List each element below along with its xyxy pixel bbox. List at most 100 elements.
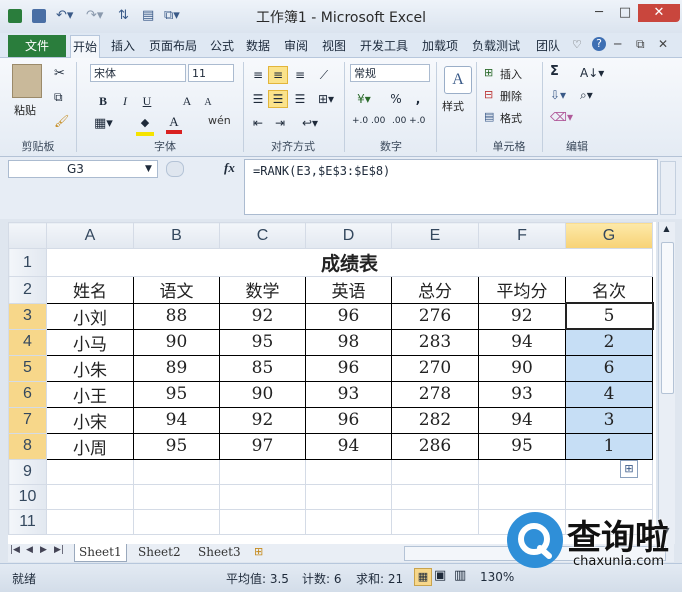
- sheet-tab-sheet3[interactable]: Sheet3: [194, 544, 245, 561]
- empty-cell[interactable]: [565, 483, 653, 510]
- empty-cell[interactable]: [478, 458, 566, 485]
- row-header-9[interactable]: 9: [8, 458, 47, 485]
- name-box[interactable]: G3 ▼: [8, 160, 158, 178]
- decrease-decimal-button[interactable]: .00 +.0: [392, 116, 425, 126]
- empty-cell[interactable]: [565, 458, 653, 485]
- align-middle-icon[interactable]: ≡: [268, 66, 288, 84]
- data-cell[interactable]: 96: [305, 406, 392, 434]
- doc-minimize-button[interactable]: ─: [614, 37, 621, 51]
- data-cell[interactable]: 276: [391, 302, 479, 330]
- formula-scrollbar[interactable]: [660, 161, 676, 215]
- normal-view-icon[interactable]: ▦: [414, 568, 432, 586]
- data-cell[interactable]: 98: [305, 328, 392, 356]
- formula-input[interactable]: =RANK(E3,$E$3:$E$8): [244, 159, 658, 215]
- insert-cells-button[interactable]: 插入: [500, 66, 522, 82]
- data-cell[interactable]: 95: [133, 380, 220, 408]
- row-header-3[interactable]: 3: [8, 302, 47, 330]
- comma-button[interactable]: ,: [410, 90, 426, 108]
- empty-cell[interactable]: [478, 483, 566, 510]
- wrap-text-icon[interactable]: ↩▾: [298, 114, 322, 132]
- data-cell[interactable]: 小周: [46, 432, 134, 460]
- header-cell[interactable]: 数学: [219, 276, 306, 304]
- sheet-title-cell[interactable]: 成绩表: [46, 248, 653, 277]
- shrink-font-button[interactable]: A: [200, 94, 216, 112]
- empty-cell[interactable]: [46, 458, 134, 485]
- align-left-icon[interactable]: ☰: [248, 90, 268, 108]
- sheet-tab-sheet2[interactable]: Sheet2: [134, 544, 185, 561]
- header-cell[interactable]: 总分: [391, 276, 479, 304]
- align-top-icon[interactable]: ≡: [248, 66, 268, 84]
- data-cell[interactable]: 94: [478, 406, 566, 434]
- data-cell[interactable]: 96: [305, 302, 392, 330]
- sort-filter-icon[interactable]: A↓▾: [580, 66, 604, 80]
- row-header-8[interactable]: 8: [8, 432, 47, 460]
- active-cell-g3[interactable]: 5: [564, 302, 654, 330]
- tab-insert[interactable]: 插入: [109, 35, 137, 57]
- page-break-view-icon[interactable]: ▥: [454, 568, 466, 583]
- first-sheet-icon[interactable]: |◀: [10, 545, 20, 555]
- data-cell[interactable]: 95: [133, 432, 220, 460]
- empty-cell[interactable]: [46, 483, 134, 510]
- data-cell[interactable]: 94: [478, 328, 566, 356]
- fill-icon[interactable]: ⇩▾: [550, 88, 566, 102]
- paste-icon[interactable]: [12, 64, 42, 98]
- number-format-select[interactable]: 常规: [350, 64, 430, 82]
- row-header-10[interactable]: 10: [8, 483, 47, 510]
- empty-cell[interactable]: [46, 508, 134, 535]
- data-cell[interactable]: 95: [219, 328, 306, 356]
- orientation-icon[interactable]: ⟋: [314, 66, 334, 84]
- selected-cell[interactable]: 2: [565, 328, 653, 356]
- column-header-a[interactable]: A: [46, 222, 134, 249]
- tab-developer[interactable]: 开发工具: [358, 35, 410, 57]
- column-header-e[interactable]: E: [391, 222, 479, 249]
- tab-addins[interactable]: 加载项: [420, 35, 460, 57]
- empty-cell[interactable]: [219, 458, 306, 485]
- data-cell[interactable]: 94: [133, 406, 220, 434]
- align-right-icon[interactable]: ☰: [290, 90, 310, 108]
- data-cell[interactable]: 95: [478, 432, 566, 460]
- merge-center-icon[interactable]: ⊞▾: [314, 90, 338, 108]
- doc-close-button[interactable]: ✕: [658, 37, 668, 51]
- format-cells-button[interactable]: 格式: [500, 110, 522, 126]
- increase-indent-icon[interactable]: ⇥: [270, 114, 290, 132]
- column-header-f[interactable]: F: [478, 222, 566, 249]
- format-cells-icon[interactable]: ▤: [484, 110, 494, 123]
- italic-button[interactable]: I: [116, 92, 134, 110]
- empty-cell[interactable]: [391, 458, 479, 485]
- data-cell[interactable]: 282: [391, 406, 479, 434]
- font-color-icon[interactable]: A: [166, 114, 182, 134]
- paste-button[interactable]: 粘贴: [14, 102, 36, 118]
- quick-analysis-icon[interactable]: ⊞: [620, 460, 638, 478]
- data-cell[interactable]: 小朱: [46, 354, 134, 382]
- column-header-d[interactable]: D: [305, 222, 392, 249]
- tab-formulas[interactable]: 公式: [208, 35, 236, 57]
- empty-cell[interactable]: [133, 508, 220, 535]
- data-cell[interactable]: 94: [305, 432, 392, 460]
- currency-icon[interactable]: ¥▾: [352, 90, 376, 108]
- empty-cell[interactable]: [133, 458, 220, 485]
- borders-icon[interactable]: ▦▾: [94, 116, 113, 131]
- cancel-formula-icon[interactable]: [166, 161, 184, 177]
- tab-data[interactable]: 数据: [244, 35, 272, 57]
- new-sheet-icon[interactable]: ⊞: [254, 545, 263, 558]
- data-cell[interactable]: 90: [478, 354, 566, 382]
- decrease-indent-icon[interactable]: ⇤: [248, 114, 268, 132]
- styles-button[interactable]: 样式: [442, 98, 464, 114]
- data-cell[interactable]: 97: [219, 432, 306, 460]
- prev-sheet-icon[interactable]: ◀: [26, 545, 33, 555]
- header-cell[interactable]: 平均分: [478, 276, 566, 304]
- data-cell[interactable]: 小王: [46, 380, 134, 408]
- data-cell[interactable]: 小宋: [46, 406, 134, 434]
- copy-icon[interactable]: ⧉: [54, 90, 63, 105]
- data-cell[interactable]: 93: [478, 380, 566, 408]
- scroll-thumb[interactable]: [661, 242, 674, 394]
- header-cell[interactable]: 名次: [565, 276, 653, 304]
- selected-cell[interactable]: 3: [565, 406, 653, 434]
- grow-font-button[interactable]: A: [178, 92, 196, 110]
- selected-cell[interactable]: 1: [565, 432, 653, 460]
- find-select-icon[interactable]: ⌕▾: [580, 88, 593, 103]
- empty-cell[interactable]: [391, 483, 479, 510]
- font-name-select[interactable]: 宋体: [90, 64, 186, 82]
- row-header-4[interactable]: 4: [8, 328, 47, 356]
- header-cell[interactable]: 英语: [305, 276, 392, 304]
